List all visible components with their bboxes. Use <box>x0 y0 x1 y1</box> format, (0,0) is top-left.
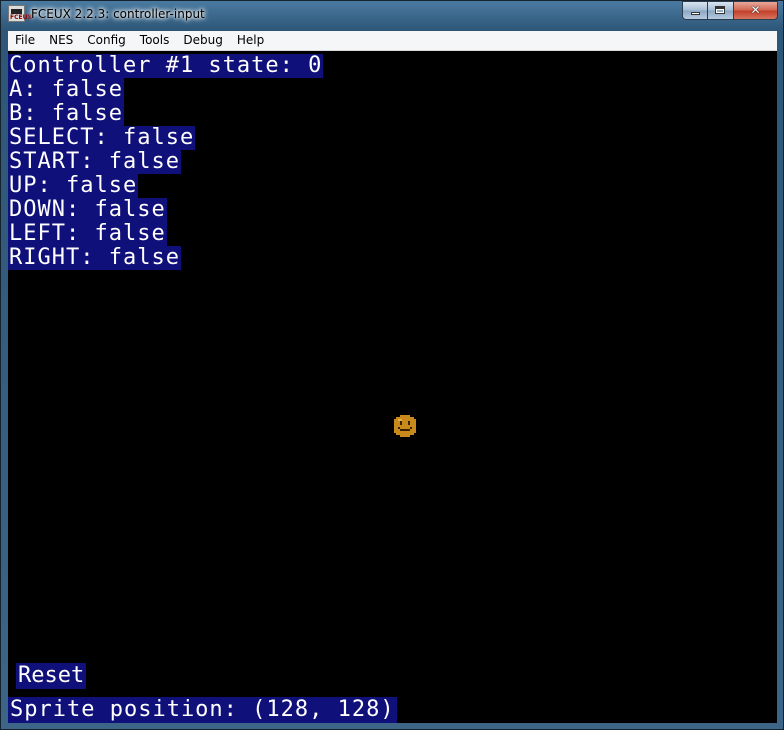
menu-debug[interactable]: Debug <box>176 31 229 50</box>
button-up-state: UP: false <box>8 173 139 198</box>
maximize-button[interactable] <box>708 1 734 20</box>
reset-button[interactable]: Reset <box>16 663 87 689</box>
button-start-state: START: false <box>8 149 181 174</box>
button-select-state: SELECT: false <box>8 125 196 150</box>
menu-help[interactable]: Help <box>230 31 271 50</box>
fceux-app-icon[interactable]: FCEUX <box>8 5 32 22</box>
button-down-state: DOWN: false <box>8 197 167 222</box>
smiley-icon <box>394 415 416 437</box>
button-b-state: B: false <box>8 101 124 126</box>
menu-file[interactable]: File <box>8 31 42 50</box>
button-right-state: RIGHT: false <box>8 245 181 270</box>
minimize-button[interactable] <box>682 1 708 20</box>
fceux-window: FCEUX FCEUX 2.2.3: controller-input File… <box>0 0 784 730</box>
caption-buttons <box>682 1 778 21</box>
controller-state-header: Controller #1 state: 0 <box>8 53 324 78</box>
menu-nes[interactable]: NES <box>42 31 80 50</box>
window-title: FCEUX 2.2.3: controller-input <box>31 7 205 21</box>
button-a-state: A: false <box>8 77 124 102</box>
menu-bar: File NES Config Tools Debug Help <box>8 31 777 51</box>
title-bar[interactable]: FCEUX FCEUX 2.2.3: controller-input <box>1 1 783 31</box>
emulator-screen[interactable]: Controller #1 state: 0 A: false B: false… <box>8 51 777 723</box>
close-button[interactable] <box>734 1 778 20</box>
button-left-state: LEFT: false <box>8 221 167 246</box>
menu-tools[interactable]: Tools <box>133 31 177 50</box>
sprite-position-readout: Sprite position: (128, 128) <box>8 697 397 723</box>
menu-config[interactable]: Config <box>80 31 133 50</box>
